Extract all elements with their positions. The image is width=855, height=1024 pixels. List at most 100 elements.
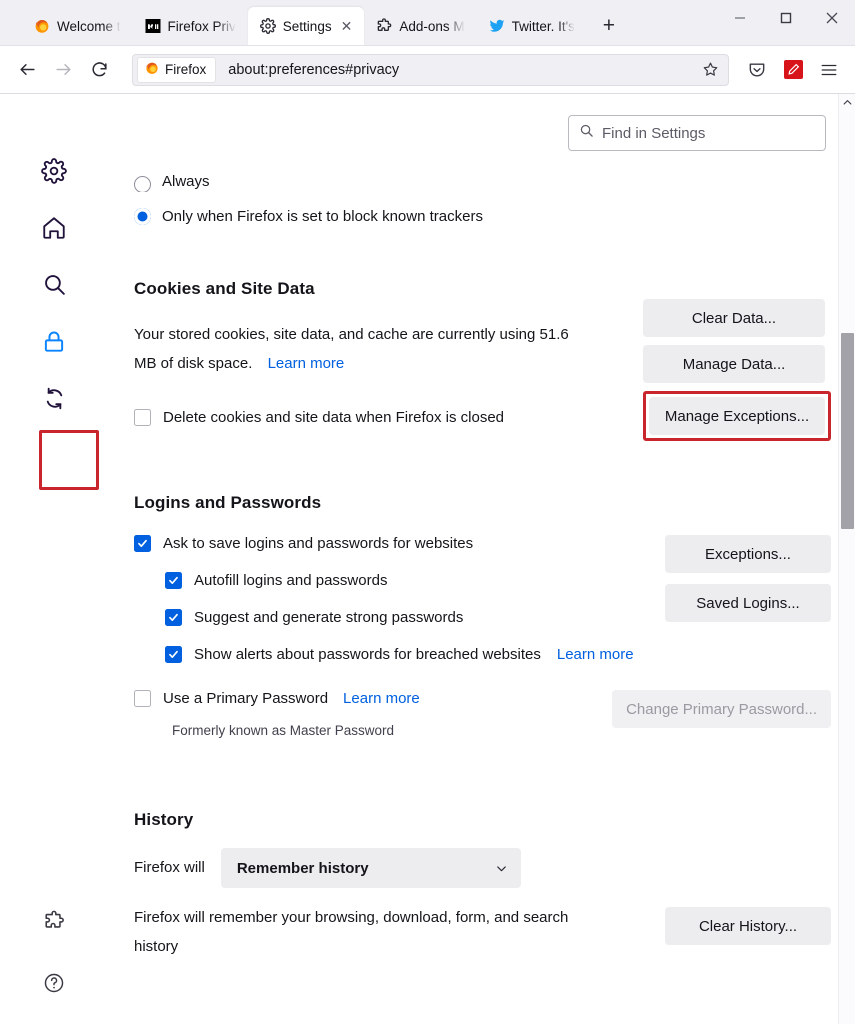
sidebar-item-firefox-support[interactable] xyxy=(37,968,71,1002)
primary-password-button-wrap: Change Primary Password... xyxy=(602,690,831,728)
firefox-browser-window: Welcome t Firefox Priv xyxy=(0,0,855,1024)
checkbox-delete-cookies-on-close[interactable]: Delete cookies and site data when Firefo… xyxy=(134,409,633,426)
twitter-favicon xyxy=(489,18,505,34)
manage-exceptions-highlight: Manage Exceptions... xyxy=(643,391,831,441)
firefox-logo-icon xyxy=(145,61,159,78)
content-scrollbar[interactable] xyxy=(838,94,855,1024)
extension-button[interactable] xyxy=(777,54,809,86)
checkbox-breach-alerts[interactable]: Show alerts about passwords for breached… xyxy=(165,646,655,663)
mozilla-favicon xyxy=(145,18,161,34)
checkbox-indicator xyxy=(165,572,182,589)
search-settings-container: Find in Settings xyxy=(568,115,826,151)
history-description: Firefox will remember your browsing, dow… xyxy=(134,907,655,958)
new-tab-button[interactable]: + xyxy=(593,9,625,41)
url-text[interactable]: about:preferences#privacy xyxy=(228,62,696,78)
chevron-down-icon xyxy=(494,861,509,876)
settings-content: Find in Settings Always Only when Firefo… xyxy=(0,94,855,1024)
clear-history-button[interactable]: Clear History... xyxy=(665,907,831,945)
checkbox-indicator xyxy=(134,409,151,426)
sidebar-item-privacy-security[interactable] xyxy=(37,327,71,361)
primary-password-learn-more-link[interactable]: Learn more xyxy=(343,690,420,707)
reload-button[interactable] xyxy=(82,53,116,87)
login-exceptions-button[interactable]: Exceptions... xyxy=(665,535,831,573)
pocket-button[interactable] xyxy=(741,54,773,86)
sidebar-item-search[interactable] xyxy=(37,270,71,304)
change-primary-password-button[interactable]: Change Primary Password... xyxy=(612,690,831,728)
checkbox-ask-to-save-logins[interactable]: Ask to save logins and passwords for web… xyxy=(134,535,655,552)
tab-label: Firefox Priv xyxy=(168,19,236,34)
checkbox-label: Ask to save logins and passwords for web… xyxy=(163,535,473,552)
logins-checkbox-list: Ask to save logins and passwords for web… xyxy=(134,535,655,663)
extension-icon xyxy=(784,60,803,79)
tab-label: Welcome t xyxy=(57,19,121,34)
logins-buttons: Exceptions... Saved Logins... xyxy=(655,535,831,622)
scroll-up-arrow-icon[interactable] xyxy=(843,94,852,111)
tab-settings[interactable]: Settings ✕ xyxy=(248,7,365,45)
tab-twitter[interactable]: Twitter. It's xyxy=(477,7,587,45)
history-section: History Firefox will Remember history F xyxy=(134,810,831,958)
checkbox-use-primary-password[interactable]: Use a Primary Password Learn more xyxy=(134,690,602,707)
cookies-usage-line2: MB of disk space. xyxy=(134,355,252,372)
sidebar-item-sync[interactable] xyxy=(37,384,71,418)
checkbox-autofill-logins[interactable]: Autofill logins and passwords xyxy=(165,572,655,589)
tab-addons-manager[interactable]: Add-ons M xyxy=(364,7,476,45)
site-identity-chip[interactable]: Firefox xyxy=(137,57,216,83)
bookmark-star-icon[interactable] xyxy=(696,61,724,78)
saved-logins-button[interactable]: Saved Logins... xyxy=(665,584,831,622)
tab-list: Welcome t Firefox Priv xyxy=(0,0,717,45)
do-not-track-options: Always Only when Firefox is set to block… xyxy=(134,170,831,225)
close-button[interactable] xyxy=(809,0,855,37)
tab-strip: Welcome t Firefox Priv xyxy=(0,0,855,46)
gear-favicon xyxy=(260,18,276,34)
history-prefix-label: Firefox will xyxy=(134,857,205,878)
app-menu-button[interactable] xyxy=(813,54,845,86)
maximize-button[interactable] xyxy=(763,0,809,37)
section-heading-history: History xyxy=(134,810,831,830)
sidebar-item-extensions-themes[interactable] xyxy=(37,906,71,940)
forward-button[interactable] xyxy=(46,53,80,87)
settings-sidebar xyxy=(0,94,108,1024)
minimize-button[interactable] xyxy=(717,0,763,37)
home-icon xyxy=(41,215,67,246)
address-bar[interactable]: Firefox about:preferences#privacy xyxy=(132,54,729,86)
sidebar-item-general[interactable] xyxy=(37,156,71,190)
breach-alerts-learn-more-link[interactable]: Learn more xyxy=(557,646,634,663)
tab-firefox-privacy[interactable]: Firefox Priv xyxy=(133,7,248,45)
privacy-settings-panel: Always Only when Firefox is set to block… xyxy=(134,170,831,958)
clear-data-button[interactable]: Clear Data... xyxy=(643,299,825,337)
puzzle-icon xyxy=(43,910,65,937)
cookies-section: Cookies and Site Data Your stored cookie… xyxy=(134,279,831,441)
history-mode-row: Firefox will Remember history xyxy=(134,848,831,888)
checkbox-indicator xyxy=(165,646,182,663)
radio-label: Only when Firefox is set to block known … xyxy=(162,208,483,225)
scrollbar-track[interactable] xyxy=(839,111,855,1024)
tab-label: Twitter. It's xyxy=(512,19,575,34)
cookies-learn-more-link[interactable]: Learn more xyxy=(268,355,345,372)
primary-password-note: Formerly known as Master Password xyxy=(172,723,602,738)
checkbox-label: Suggest and generate strong passwords xyxy=(194,609,463,626)
help-icon xyxy=(43,972,65,999)
back-button[interactable] xyxy=(10,53,44,87)
lock-icon xyxy=(41,329,67,360)
search-input[interactable]: Find in Settings xyxy=(568,115,826,151)
history-mode-dropdown[interactable]: Remember history xyxy=(221,848,521,888)
primary-password-group: Use a Primary Password Learn more Former… xyxy=(134,690,602,738)
gear-icon xyxy=(41,158,67,189)
tab-welcome[interactable]: Welcome t xyxy=(22,7,133,45)
checkbox-suggest-strong-passwords[interactable]: Suggest and generate strong passwords xyxy=(165,609,655,626)
sidebar-item-home[interactable] xyxy=(37,213,71,247)
identity-label: Firefox xyxy=(165,62,206,77)
manage-exceptions-button[interactable]: Manage Exceptions... xyxy=(649,397,825,435)
radio-option-block-known-trackers[interactable]: Only when Firefox is set to block known … xyxy=(134,208,831,225)
settings-main-panel: Find in Settings Always Only when Firefo… xyxy=(108,94,855,1024)
sidebar-bottom-links xyxy=(0,906,108,1002)
checkbox-indicator xyxy=(134,535,151,552)
manage-data-button[interactable]: Manage Data... xyxy=(643,345,825,383)
navigation-toolbar: Firefox about:preferences#privacy xyxy=(0,46,855,94)
radio-option-always[interactable]: Always xyxy=(134,170,831,192)
scrollbar-thumb[interactable] xyxy=(841,333,854,529)
checkbox-label: Show alerts about passwords for breached… xyxy=(194,646,541,663)
close-icon[interactable]: ✕ xyxy=(341,19,353,33)
radio-label: Always xyxy=(162,172,210,192)
checkbox-label: Autofill logins and passwords xyxy=(194,572,387,589)
